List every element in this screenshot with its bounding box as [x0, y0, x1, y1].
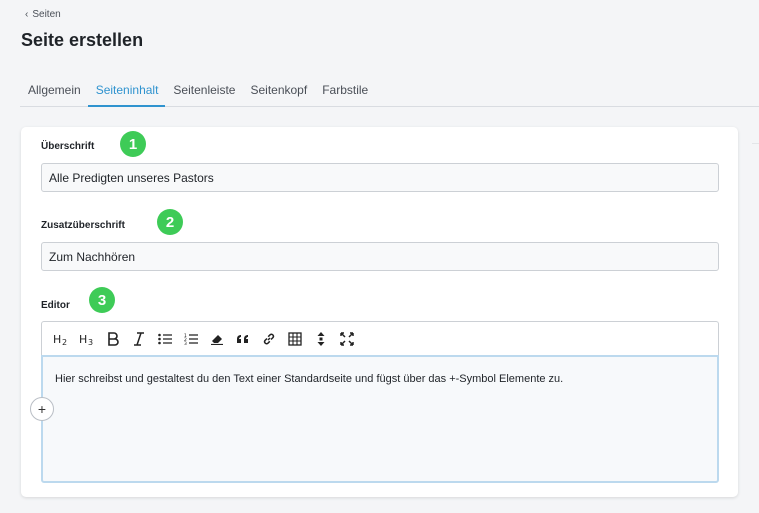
plus-icon: + [37, 401, 47, 417]
numbered-list-icon[interactable]: 123 [178, 327, 204, 351]
svg-text:H: H [79, 333, 87, 346]
add-element-button[interactable]: + [30, 397, 54, 421]
bullet-list-icon[interactable] [152, 327, 178, 351]
tab-seiteninhalt[interactable]: Seiteninhalt [87, 74, 166, 107]
subheading-label: Zusatzüberschrift [41, 220, 125, 231]
heading-3-icon[interactable]: H3 [74, 327, 100, 351]
tab-seitenleiste[interactable]: Seitenleiste [165, 74, 242, 107]
tab-seitenkopf[interactable]: Seitenkopf [242, 74, 314, 107]
svg-text:2: 2 [62, 338, 67, 346]
tab-allgemein[interactable]: Allgemein [20, 74, 88, 107]
editor-toolbar: H2 H3 123 [41, 321, 719, 355]
heading-input[interactable]: Alle Predigten unseres Pastors [41, 163, 719, 192]
step-badge-2: 2 [157, 209, 183, 235]
back-link-label: Seiten [32, 9, 61, 20]
editor-label: Editor [41, 300, 70, 311]
chevron-left-icon: ‹ [25, 9, 29, 20]
bold-icon[interactable] [100, 327, 126, 351]
svg-text:3: 3 [184, 341, 187, 345]
subheading-input[interactable]: Zum Nachhören [41, 242, 719, 271]
italic-icon[interactable] [126, 327, 152, 351]
table-icon[interactable] [282, 327, 308, 351]
step-badge-1: 1 [120, 131, 146, 157]
step-badge-3: 3 [89, 287, 115, 313]
tab-bar: Allgemein Seiteninhalt Seitenleiste Seit… [20, 74, 759, 107]
page-title: Seite erstellen [21, 30, 144, 50]
tab-farbstile[interactable]: Farbstile [314, 74, 375, 107]
svg-text:H: H [53, 333, 61, 346]
svg-text:3: 3 [88, 338, 93, 346]
heading-2-icon[interactable]: H2 [48, 327, 74, 351]
fullscreen-icon[interactable] [334, 327, 360, 351]
content-card: Überschrift 1 Alle Predigten unseres Pas… [21, 127, 738, 497]
editor-content[interactable]: Hier schreibst und gestaltest du den Tex… [41, 355, 719, 483]
back-link[interactable]: ‹ Seiten [25, 9, 61, 20]
link-icon[interactable] [256, 327, 282, 351]
heading-label: Überschrift [41, 141, 95, 152]
line-height-icon[interactable] [308, 327, 334, 351]
quote-icon[interactable] [230, 327, 256, 351]
divider [752, 143, 759, 144]
eraser-icon[interactable] [204, 327, 230, 351]
